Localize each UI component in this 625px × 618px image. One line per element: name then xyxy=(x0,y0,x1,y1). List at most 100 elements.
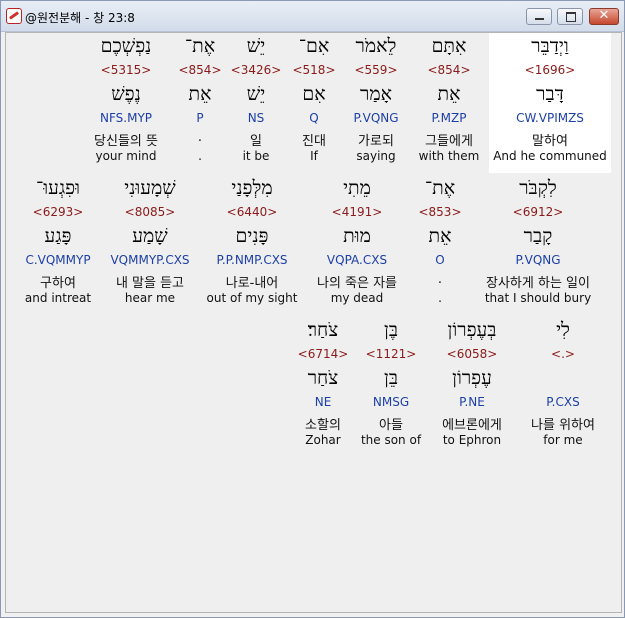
korean-gloss: 당신들의 뜻 xyxy=(94,134,158,149)
strong-number[interactable]: <6912> xyxy=(468,205,608,219)
morphology-code: NE xyxy=(314,395,332,409)
strong-number[interactable]: <6058> xyxy=(422,347,522,361)
word-cell[interactable]: וַיְדַבֵּר <1696> דָּבַר CW.VPIMZS 말하여 A… xyxy=(489,33,611,173)
word-cell[interactable]: אֶת־ <854> אֵת P . . xyxy=(176,33,224,173)
hebrew-word: מִלְּפָנַי xyxy=(231,177,273,199)
hebrew-word: אֶת־ xyxy=(184,35,216,57)
english-gloss: and intreat xyxy=(24,291,92,305)
korean-gloss: 그들에게 xyxy=(425,134,473,149)
morphology-code: P.MZP xyxy=(431,111,467,125)
korean-gloss: 아들 xyxy=(379,418,403,433)
strong-number[interactable]: <854> xyxy=(176,63,224,77)
word-cell[interactable]: שְׁמָעוּנִי <8085> שָׁמַע VQMMYP.CXS 내 말… xyxy=(100,175,200,315)
korean-gloss: 소할의 xyxy=(305,418,341,433)
morphology-code: C.VQMMYP xyxy=(25,253,91,267)
korean-gloss: 에브론에게 xyxy=(442,418,502,433)
english-gloss: it be xyxy=(242,149,270,163)
english-gloss: your mind xyxy=(95,149,157,163)
korean-gloss: 말하여 xyxy=(532,134,568,149)
minimize-icon xyxy=(535,18,544,20)
hebrew-word: בְּעֶפְרוֹן xyxy=(447,319,497,341)
english-gloss: saying xyxy=(356,149,396,163)
hebrew-word: אִתָּם xyxy=(431,35,467,57)
english-gloss: If xyxy=(310,149,318,163)
korean-gloss: 가로되 xyxy=(358,134,394,149)
strong-number[interactable]: <3426> xyxy=(230,63,282,77)
close-icon: ✕ xyxy=(598,8,610,23)
morphology-code: VQMMYP.CXS xyxy=(110,253,190,267)
english-gloss: hear me xyxy=(124,291,176,305)
word-cell[interactable]: וּפִגְעוּ־ <6293> פָּגַע C.VQMMYP 구하여 an… xyxy=(11,175,105,315)
app-window: @원전분해 - 창 23:8 ✕ וַיְדַבֵּר <1696> דָּבַ… xyxy=(0,0,625,618)
hebrew-word: וַיְדַבֵּר xyxy=(531,35,569,57)
strong-number[interactable]: <5315> xyxy=(76,63,176,77)
hebrew-lemma: דָּבַר xyxy=(536,83,564,105)
korean-gloss: 일 xyxy=(250,134,262,149)
korean-gloss: . xyxy=(437,272,443,287)
strong-number[interactable]: <6293> xyxy=(11,205,105,219)
korean-gloss: . xyxy=(197,130,203,145)
strong-number[interactable]: <8085> xyxy=(100,205,200,219)
hebrew-lemma: פָּנִים xyxy=(235,225,269,247)
english-gloss: for me xyxy=(543,433,583,447)
morphology-code: P.NE xyxy=(459,395,485,409)
hebrew-word: לֵאמֹר xyxy=(355,35,397,57)
morphology-code: P.P.NMP.CXS xyxy=(216,253,288,267)
korean-gloss: 나를 위하여 xyxy=(531,418,595,433)
word-cell[interactable]: אִתָּם <854> אֵת P.MZP 그들에게 with them xyxy=(409,33,489,173)
morphology-code: O xyxy=(435,253,445,267)
hebrew-lemma: שָׁמַע xyxy=(132,225,168,247)
word-cell[interactable]: צֹחַר׃ <6714> צֹחַר NE 소할의 Zohar xyxy=(287,317,359,457)
hebrew-lemma: קָבַר xyxy=(523,225,553,247)
word-cell[interactable]: מִלְּפָנַי <6440> פָּנִים P.P.NMP.CXS 나로… xyxy=(202,175,302,315)
hebrew-word: לִי xyxy=(556,319,570,341)
english-gloss: the son of xyxy=(360,433,422,447)
strong-number[interactable]: <6714> xyxy=(287,347,359,361)
english-gloss: out of my sight xyxy=(206,291,298,305)
hebrew-word: מֵתִי xyxy=(343,177,371,199)
hebrew-lemma: בֵּן xyxy=(384,367,398,389)
strong-number[interactable]: <4191> xyxy=(307,205,407,219)
hebrew-word: צֹחַר׃ xyxy=(307,319,339,341)
hebrew-word: אִם־ xyxy=(298,35,330,57)
morphology-code: NMSG xyxy=(372,395,410,409)
word-cell[interactable]: בֶּן <1121> בֵּן NMSG 아들 the son of xyxy=(355,317,427,457)
strong-number[interactable]: <1121> xyxy=(355,347,427,361)
word-cell[interactable]: אִם־ <518> אִם Q 진대 If xyxy=(289,33,339,173)
hebrew-word: בֶּן xyxy=(384,319,398,341)
hebrew-word: שְׁמָעוּנִי xyxy=(124,177,176,199)
hebrew-lemma: מוּת xyxy=(343,225,371,247)
english-gloss: with them xyxy=(418,149,480,163)
hebrew-lemma: אֵת xyxy=(428,225,452,247)
word-cell[interactable]: בְּעֶפְרוֹן <6058> עֶפְרוֹן P.NE 에브론에게 t… xyxy=(422,317,522,457)
word-cell[interactable]: נַפְשְׁכֶם <5315> נֶפֶשׁ NFS.MYP 당신들의 뜻 … xyxy=(76,33,176,173)
word-cell[interactable]: לִקְבֹּר <6912> קָבַר P.VQNG 장사하게 하는 일이 … xyxy=(468,175,608,315)
strong-number[interactable]: <854> xyxy=(409,63,489,77)
title-bar[interactable]: @원전분해 - 창 23:8 ✕ xyxy=(1,1,624,32)
word-cell[interactable]: לִי <.> P.CXS 나를 위하여 for me xyxy=(513,317,613,457)
strong-number[interactable]: <559> xyxy=(342,63,410,77)
morphology-code: P xyxy=(196,111,204,125)
strong-number[interactable]: <853> xyxy=(412,205,468,219)
morphology-code: VQPA.CXS xyxy=(326,253,388,267)
hebrew-lemma: אֵת xyxy=(188,83,212,105)
strong-number[interactable]: <.> xyxy=(513,347,613,361)
korean-gloss: 구하여 xyxy=(40,276,76,291)
hebrew-lemma: עֶפְרוֹן xyxy=(452,367,492,389)
word-cell[interactable]: יֵשׁ <3426> יֵשׁ NS 일 it be xyxy=(230,33,282,173)
strong-number[interactable]: <6440> xyxy=(202,205,302,219)
korean-gloss: 내 말을 듣고 xyxy=(115,276,185,291)
strong-number[interactable]: <1696> xyxy=(489,63,611,77)
word-cell[interactable]: לֵאמֹר <559> אָמַר P.VQNG 가로되 saying xyxy=(342,33,410,173)
close-button[interactable]: ✕ xyxy=(589,8,619,25)
hebrew-lemma: צֹחַר xyxy=(307,367,339,389)
word-cell[interactable]: אֶת־ <853> אֵת O . . xyxy=(412,175,468,315)
hebrew-word: אֶת־ xyxy=(424,177,456,199)
morphology-code: CW.VPIMZS xyxy=(516,111,584,125)
maximize-button[interactable] xyxy=(557,8,583,25)
morphology-code: P.CXS xyxy=(546,395,580,409)
minimize-button[interactable] xyxy=(526,8,552,25)
hebrew-lemma: אִם xyxy=(302,83,326,105)
word-cell[interactable]: מֵתִי <4191> מוּת VQPA.CXS 나의 죽은 자를 my d… xyxy=(307,175,407,315)
strong-number[interactable]: <518> xyxy=(289,63,339,77)
